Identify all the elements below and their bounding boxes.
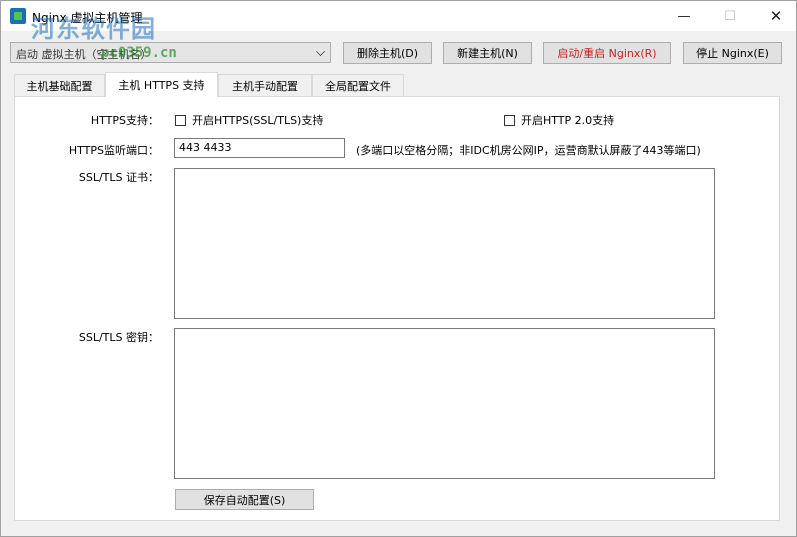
ssl-cert-textarea[interactable] bbox=[174, 168, 715, 319]
title-bar: Nginx 虚拟主机管理 河东软件园 — ☐ ✕ bbox=[1, 1, 797, 43]
main-window: Nginx 虚拟主机管理 河东软件园 — ☐ ✕ 启动 虚拟主机（空主机名） p… bbox=[0, 0, 797, 537]
https-port-input[interactable]: 443 4433 bbox=[174, 138, 345, 158]
https-support-label: HTTPS支持： bbox=[90, 114, 159, 127]
chevron-down-icon bbox=[316, 47, 325, 56]
https-port-label: HTTPS监听端口： bbox=[68, 144, 159, 157]
enable-ssl-checkbox[interactable]: 开启HTTPS(SSL/TLS)支持 bbox=[175, 112, 323, 128]
ssl-key-textarea[interactable] bbox=[174, 328, 715, 479]
watermark-logo: 河东软件园 bbox=[31, 15, 156, 43]
delete-host-button[interactable]: 删除主机(D) bbox=[343, 42, 432, 64]
enable-http2-checkbox[interactable]: 开启HTTP 2.0支持 bbox=[504, 112, 614, 128]
tab-host-basic[interactable]: 主机基础配置 bbox=[14, 74, 105, 96]
enable-ssl-label: 开启HTTPS(SSL/TLS)支持 bbox=[192, 114, 324, 127]
checkbox-box[interactable] bbox=[504, 114, 515, 126]
watermark-url: pc0359.cn bbox=[101, 45, 177, 61]
ssl-key-label: SSL/TLS 密钥： bbox=[78, 331, 159, 344]
restart-nginx-button[interactable]: 启动/重启 Nginx(R) bbox=[543, 42, 671, 64]
close-button[interactable]: ✕ bbox=[753, 1, 797, 31]
https-port-hint: (多端口以空格分隔；非IDC机房公网IP，运营商默认屏蔽了443等端口) bbox=[356, 144, 701, 157]
minimize-button[interactable]: — bbox=[661, 1, 707, 31]
checkbox-box[interactable] bbox=[175, 114, 186, 126]
tab-host-https[interactable]: 主机 HTTPS 支持 bbox=[105, 72, 218, 97]
ssl-cert-label: SSL/TLS 证书： bbox=[78, 171, 159, 184]
save-config-button[interactable]: 保存自动配置(S) bbox=[175, 489, 314, 510]
tab-host-manual[interactable]: 主机手动配置 bbox=[218, 74, 312, 96]
nginx-app-icon bbox=[10, 8, 26, 24]
new-host-button[interactable]: 新建主机(N) bbox=[443, 42, 532, 64]
enable-http2-label: 开启HTTP 2.0支持 bbox=[521, 114, 615, 127]
stop-nginx-button[interactable]: 停止 Nginx(E) bbox=[683, 42, 782, 64]
maximize-button[interactable]: ☐ bbox=[707, 1, 753, 31]
tab-global-config[interactable]: 全局配置文件 bbox=[312, 74, 404, 96]
